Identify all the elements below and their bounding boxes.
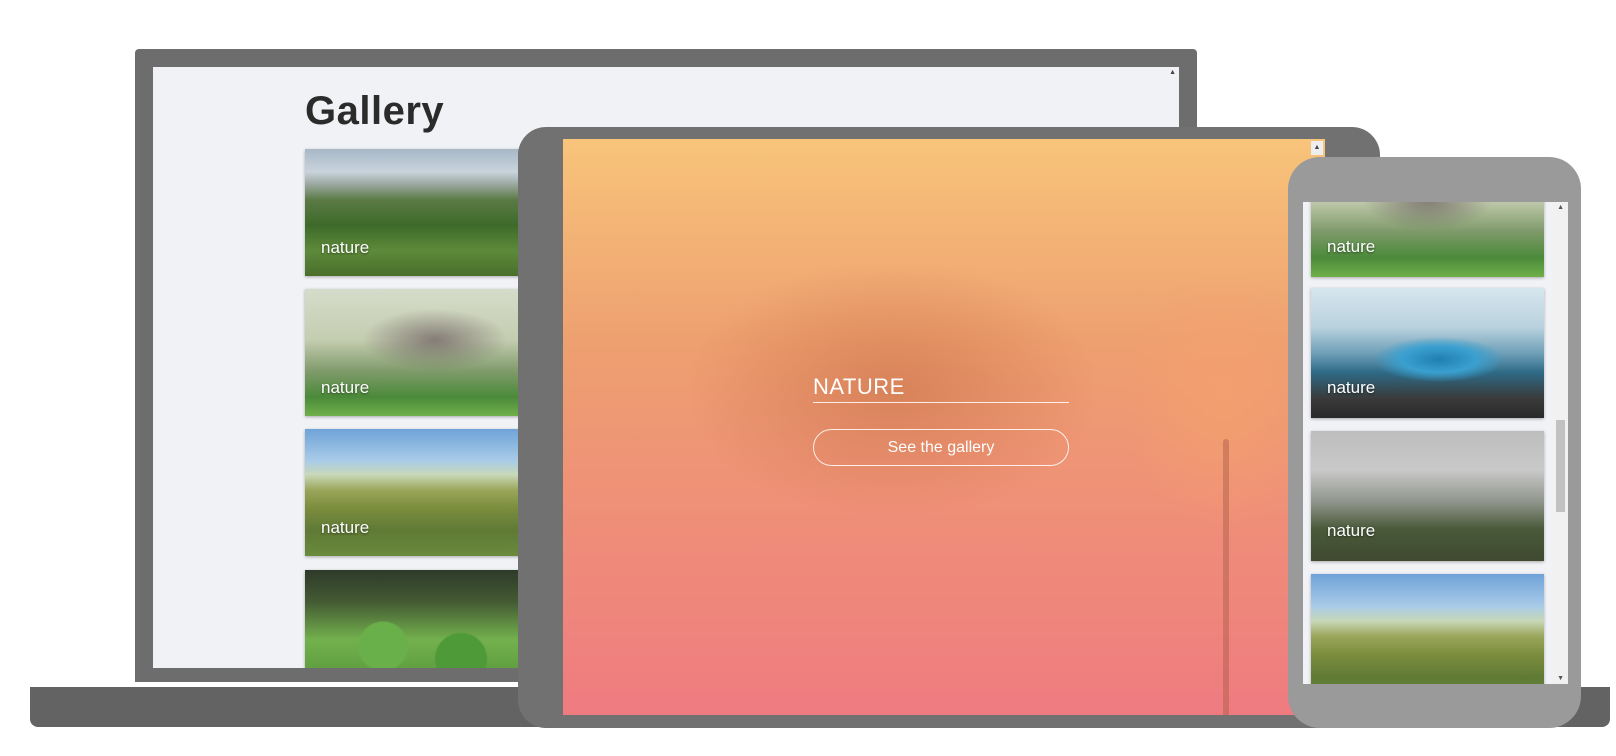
gallery-card[interactable]: nature	[1311, 431, 1544, 561]
tablet-screen: NATURE See the gallery ▲	[563, 139, 1325, 715]
card-caption: nature	[321, 378, 370, 397]
card-caption: nature	[1327, 378, 1376, 397]
hero: NATURE See the gallery	[813, 374, 1069, 466]
scroll-up-icon[interactable]: ▲	[1557, 204, 1564, 211]
card-caption: nature	[321, 238, 370, 257]
scroll-down-icon[interactable]: ▼	[1557, 675, 1564, 682]
scroll-thumb[interactable]	[1556, 420, 1565, 512]
gallery-card[interactable]: nature	[1311, 288, 1544, 418]
flower-stem	[1223, 439, 1229, 715]
gallery-card[interactable]: nature	[1311, 202, 1544, 277]
scroll-up-icon[interactable]: ▲	[1311, 141, 1323, 155]
card-caption: nature	[321, 518, 370, 537]
device-mockup-stage: Gallery nature nature nature ▲ NATURE Se…	[0, 0, 1616, 756]
scroll-up-icon[interactable]: ▲	[1169, 69, 1176, 76]
hero-title: NATURE	[813, 374, 1069, 403]
see-gallery-button[interactable]: See the gallery	[813, 429, 1069, 466]
gallery-card[interactable]	[1311, 574, 1544, 684]
gallery-title: Gallery	[305, 89, 445, 133]
phone-scrollbar[interactable]: ▲ ▼	[1553, 202, 1568, 684]
card-caption: nature	[1327, 521, 1376, 540]
card-caption: nature	[1327, 237, 1376, 256]
phone-screen: nature nature nature ▲ ▼	[1303, 202, 1568, 684]
